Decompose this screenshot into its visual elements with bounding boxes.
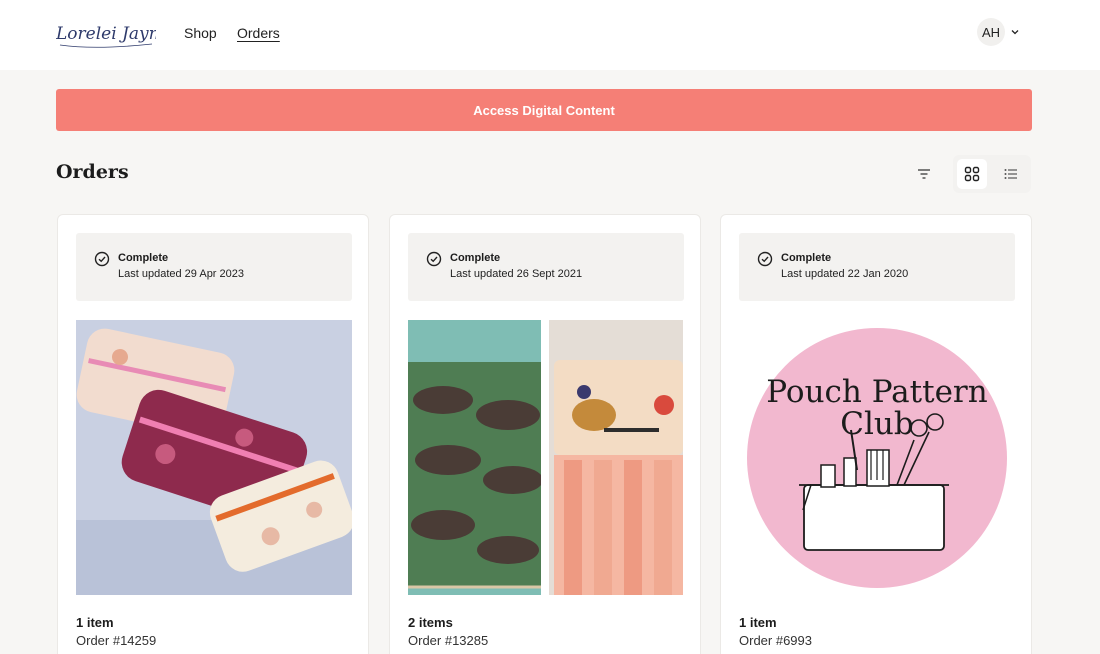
order-card[interactable]: Complete Last updated 22 Jan 2020 Pouch … xyxy=(720,214,1032,654)
order-number: Order #14259 xyxy=(76,633,157,648)
last-updated: Last updated 22 Jan 2020 xyxy=(781,268,909,280)
grid-view-button[interactable] xyxy=(957,159,987,189)
last-updated: Last updated 29 Apr 2023 xyxy=(118,268,244,280)
site-header: Lorelei Jayne Shop Orders AH xyxy=(0,0,1100,70)
list-icon xyxy=(1004,169,1017,179)
user-avatar[interactable]: AH xyxy=(977,18,1005,46)
view-toggle xyxy=(953,155,1031,193)
svg-text:Lorelei Jayne: Lorelei Jayne xyxy=(56,24,156,44)
check-circle-icon xyxy=(757,251,773,267)
filter-icon xyxy=(918,169,930,179)
status-label: Complete xyxy=(450,252,501,264)
order-status: Complete Last updated 26 Sept 2021 xyxy=(408,233,684,301)
chevron-down-icon[interactable] xyxy=(1010,27,1020,37)
status-label: Complete xyxy=(118,252,169,264)
check-circle-icon xyxy=(426,251,442,267)
brand-logo[interactable]: Lorelei Jayne xyxy=(56,14,156,52)
nav-orders-link[interactable]: Orders xyxy=(237,25,280,41)
nav-shop-link[interactable]: Shop xyxy=(184,25,217,41)
pouch-logo-line1: Pouch Pattern xyxy=(766,374,987,410)
order-status: Complete Last updated 22 Jan 2020 xyxy=(739,233,1015,301)
order-number: Order #13285 xyxy=(408,633,489,648)
order-card[interactable]: Complete Last updated 29 Apr 2023 1 item… xyxy=(57,214,369,654)
filter-button[interactable] xyxy=(912,164,936,184)
status-label: Complete xyxy=(781,252,832,264)
order-status: Complete Last updated 29 Apr 2023 xyxy=(76,233,352,301)
order-number: Order #6993 xyxy=(739,633,812,648)
check-circle-icon xyxy=(94,251,110,267)
list-view-button[interactable] xyxy=(996,159,1026,189)
item-count: 1 item xyxy=(739,615,777,630)
product-image: Pouch Pattern Club xyxy=(739,320,1015,595)
item-count: 1 item xyxy=(76,615,114,630)
order-card[interactable]: Complete Last updated 26 Sept 2021 2 ite… xyxy=(389,214,701,654)
product-image xyxy=(76,320,352,595)
page-title: Orders xyxy=(56,161,129,183)
item-count: 2 items xyxy=(408,615,453,630)
product-image xyxy=(549,320,683,595)
product-image xyxy=(408,320,541,595)
grid-icon xyxy=(964,166,980,182)
last-updated: Last updated 26 Sept 2021 xyxy=(450,268,583,280)
access-digital-content-button[interactable]: Access Digital Content xyxy=(56,89,1032,131)
